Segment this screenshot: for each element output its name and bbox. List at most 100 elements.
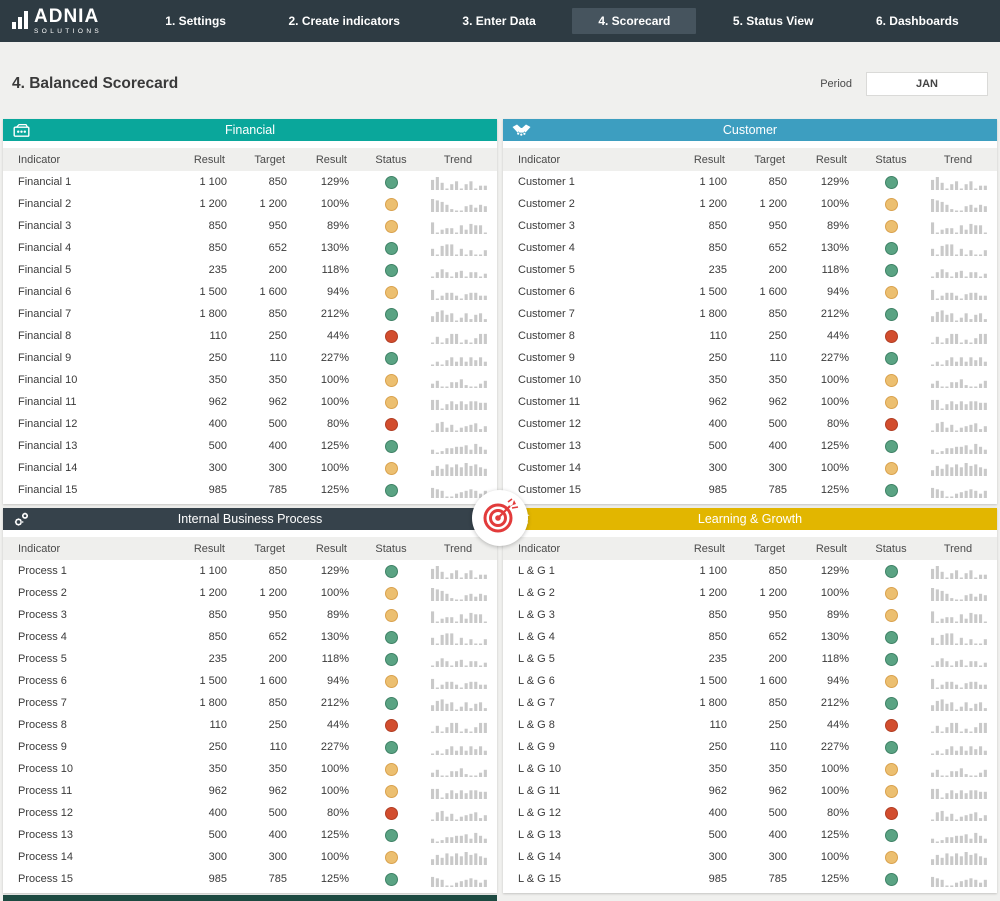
indicator-name: L & G 2 — [503, 587, 679, 599]
indicator-name: L & G 10 — [503, 763, 679, 775]
panel-customer: CustomerIndicatorResultTargetResultStatu… — [503, 119, 997, 504]
table-row: Customer 21 2001 200100% — [503, 193, 997, 215]
status-cell — [863, 631, 919, 644]
column-header: Trend — [919, 154, 997, 166]
page-title: 4. Balanced Scorecard — [12, 75, 178, 93]
target-value: 300 — [241, 851, 301, 863]
target-value: 652 — [241, 242, 301, 254]
trend-sparkline — [419, 285, 497, 300]
target-value: 400 — [741, 440, 801, 452]
column-header: Result — [679, 543, 741, 555]
result-percent: 89% — [301, 609, 363, 621]
status-cell — [863, 440, 919, 453]
result-percent: 100% — [801, 462, 863, 474]
status-cell — [863, 484, 919, 497]
indicator-name: Customer 1 — [503, 176, 679, 188]
trend-sparkline — [419, 395, 497, 410]
target-value: 1 600 — [241, 286, 301, 298]
adnia-logo: ADNIA SOLUTIONS — [12, 7, 104, 36]
status-cell — [363, 631, 419, 644]
status-dot-green — [885, 565, 898, 578]
status-dot-yellow — [885, 198, 898, 211]
nav-tab-2[interactable]: 2. Create indicators — [263, 8, 426, 34]
status-cell — [863, 697, 919, 710]
status-dot-green — [385, 565, 398, 578]
result-percent: 125% — [801, 440, 863, 452]
indicator-name: Financial 1 — [3, 176, 179, 188]
target-value: 1 200 — [241, 198, 301, 210]
trend-sparkline — [919, 608, 997, 623]
trend-sparkline — [419, 630, 497, 645]
table-row: Process 4850652130% — [3, 626, 497, 648]
indicator-name: Financial 15 — [3, 484, 179, 496]
result-percent: 100% — [301, 374, 363, 386]
nav-tab-1[interactable]: 1. Settings — [139, 8, 252, 34]
table-row: Process 21 2001 200100% — [3, 582, 497, 604]
indicator-name: Customer 2 — [503, 198, 679, 210]
period-value-box[interactable]: JAN — [866, 72, 988, 96]
trend-sparkline — [919, 696, 997, 711]
result-value: 962 — [179, 396, 241, 408]
status-dot-green — [885, 697, 898, 710]
nav-tab-6[interactable]: 6. Dashboards — [850, 8, 985, 34]
status-cell — [863, 198, 919, 211]
table-row: Financial 13500400125% — [3, 435, 497, 457]
trend-sparkline — [419, 241, 497, 256]
result-percent: 129% — [301, 176, 363, 188]
result-value: 962 — [679, 396, 741, 408]
trend-sparkline — [919, 674, 997, 689]
indicator-name: Customer 14 — [503, 462, 679, 474]
indicator-name: Process 9 — [3, 741, 179, 753]
table-row: Financial 1240050080% — [3, 413, 497, 435]
result-percent: 227% — [301, 352, 363, 364]
trend-sparkline — [919, 307, 997, 322]
result-percent: 125% — [301, 484, 363, 496]
trend-sparkline — [419, 307, 497, 322]
result-value: 985 — [679, 484, 741, 496]
nav-tab-3[interactable]: 3. Enter Data — [436, 8, 561, 34]
panel-financial: FinancialIndicatorResultTargetResultStat… — [3, 119, 497, 504]
trend-sparkline — [919, 762, 997, 777]
status-dot-green — [885, 440, 898, 453]
result-value: 250 — [679, 352, 741, 364]
result-percent: 80% — [801, 418, 863, 430]
result-percent: 125% — [301, 829, 363, 841]
target-value: 652 — [241, 631, 301, 643]
status-cell — [363, 352, 419, 365]
status-dot-yellow — [885, 396, 898, 409]
column-header: Status — [863, 543, 919, 555]
result-value: 1 100 — [179, 176, 241, 188]
indicator-name: Financial 4 — [3, 242, 179, 254]
result-value: 350 — [679, 374, 741, 386]
table-row: Process 5235200118% — [3, 648, 497, 670]
indicator-name: L & G 11 — [503, 785, 679, 797]
result-percent: 130% — [301, 242, 363, 254]
period-label: Period — [820, 78, 852, 90]
target-value: 300 — [241, 462, 301, 474]
result-value: 235 — [679, 653, 741, 665]
table-row: Process 9250110227% — [3, 736, 497, 758]
result-percent: 118% — [301, 653, 363, 665]
target-value: 850 — [741, 308, 801, 320]
status-cell — [863, 763, 919, 776]
status-cell — [863, 418, 919, 431]
result-value: 400 — [679, 807, 741, 819]
result-percent: 44% — [801, 719, 863, 731]
status-dot-green — [385, 484, 398, 497]
table-row: Customer 385095089% — [503, 215, 997, 237]
status-cell — [363, 719, 419, 732]
result-value: 350 — [179, 763, 241, 775]
result-percent: 212% — [801, 697, 863, 709]
column-header: Status — [363, 543, 419, 555]
nav-tab-5[interactable]: 5. Status View — [707, 8, 839, 34]
indicator-name: Process 6 — [3, 675, 179, 687]
target-value: 962 — [241, 396, 301, 408]
result-value: 500 — [179, 440, 241, 452]
center-target-badge — [472, 490, 528, 546]
result-value: 110 — [679, 330, 741, 342]
target-value: 350 — [741, 374, 801, 386]
nav-tab-4[interactable]: 4. Scorecard — [572, 8, 696, 34]
status-cell — [863, 330, 919, 343]
indicator-name: Customer 5 — [503, 264, 679, 276]
indicator-name: L & G 13 — [503, 829, 679, 841]
